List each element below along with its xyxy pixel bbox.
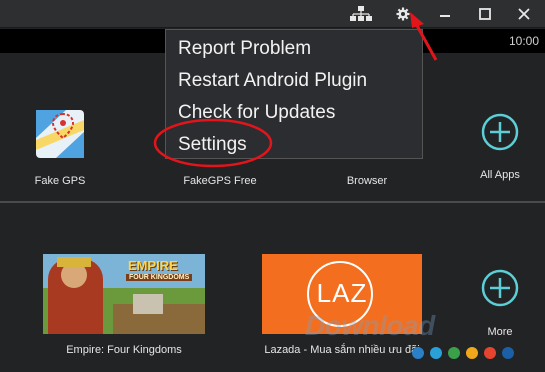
watermark-dots <box>412 347 514 359</box>
app-empire[interactable]: EMPIRE FOUR KINGDOMS Empire: Four Kingdo… <box>43 254 205 356</box>
app-label: Fake GPS <box>34 175 86 187</box>
map-pin-icon <box>36 110 84 158</box>
window-titlebar <box>0 0 545 28</box>
app-label: FakeGPS Free <box>183 175 257 187</box>
row-divider <box>0 201 545 203</box>
watermark: Download <box>305 310 435 341</box>
app-label: More <box>487 326 513 338</box>
app-all-apps[interactable]: All Apps <box>480 112 520 187</box>
close-icon[interactable] <box>511 2 537 26</box>
app-more[interactable]: More <box>480 268 520 343</box>
empire-subtitle: FOUR KINGDOMS <box>126 274 193 281</box>
app-fake-gps[interactable]: Fake GPS <box>35 110 85 195</box>
menu-item-report-problem[interactable]: Report Problem <box>178 38 311 60</box>
menu-item-check-for-updates[interactable]: Check for Updates <box>178 102 335 124</box>
status-clock: 10:00 <box>508 34 539 48</box>
settings-dropdown-menu: Report Problem Restart Android Plugin Ch… <box>165 29 423 159</box>
empire-banner: EMPIRE FOUR KINGDOMS <box>43 254 205 334</box>
network-icon[interactable] <box>348 2 374 26</box>
app-label: Lazada - Mua sắm nhiều ưu đãi <box>264 344 420 356</box>
plus-circle-icon <box>481 269 519 307</box>
minimize-icon[interactable] <box>432 2 458 26</box>
app-label: Empire: Four Kingdoms <box>66 344 182 356</box>
lazada-logo-text: LAZ <box>316 278 368 308</box>
menu-item-restart-android-plugin[interactable]: Restart Android Plugin <box>178 70 367 92</box>
maximize-icon[interactable] <box>472 2 498 26</box>
app-label: All Apps <box>480 169 520 181</box>
plus-circle-icon <box>481 113 519 151</box>
gear-icon[interactable] <box>390 2 416 26</box>
empire-title: EMPIRE <box>128 258 178 273</box>
menu-item-settings[interactable]: Settings <box>178 134 247 156</box>
